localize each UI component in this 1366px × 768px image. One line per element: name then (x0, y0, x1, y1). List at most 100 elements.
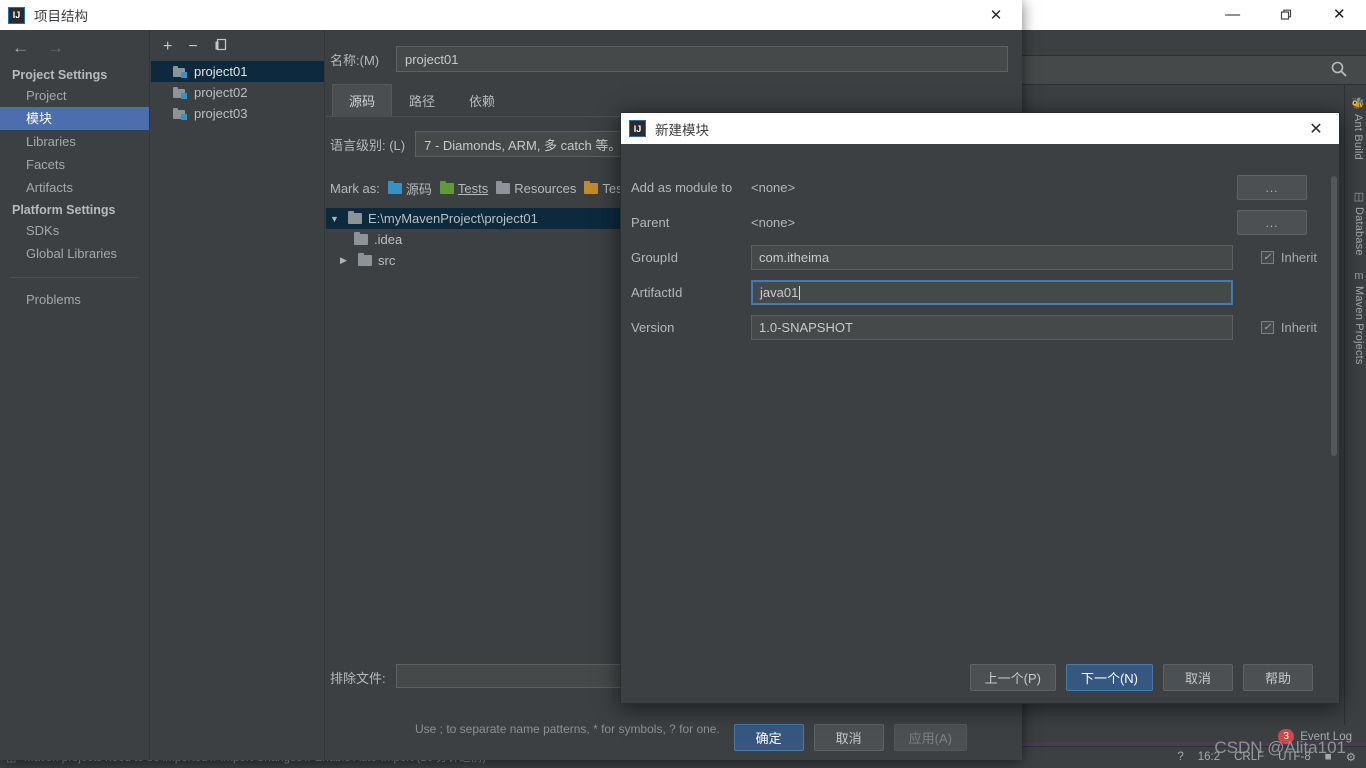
remove-module-button[interactable]: − (188, 38, 197, 54)
mark-as-tests-button[interactable]: Tests (439, 181, 489, 196)
resources-folder-icon (496, 181, 511, 194)
sidebar-item-sdks[interactable]: SDKs (0, 219, 149, 242)
field-row-add-as-module-to: Add as module to <none> ... (621, 170, 1339, 205)
module-list-item-label: project03 (194, 106, 248, 121)
inspections-icon[interactable]: ⚙ (1346, 750, 1356, 764)
nav-group-platform-settings: Platform Settings (12, 203, 116, 217)
module-list-item-project02[interactable]: project02 (151, 82, 324, 103)
chevron-right-icon[interactable]: ▶ (340, 255, 352, 266)
previous-button[interactable]: 上一个(P) (969, 663, 1056, 691)
version-inherit-label: Inherit (1280, 320, 1317, 335)
apply-button[interactable]: 应用(A) (893, 723, 967, 751)
text-caret (799, 285, 801, 300)
tree-row-label: .idea (374, 232, 403, 247)
nav-forward-icon[interactable]: → (47, 38, 64, 58)
status-caret-position[interactable]: 16:2 (1198, 751, 1220, 763)
parent-label: Parent (631, 215, 670, 230)
maximize-icon[interactable] (1263, 0, 1309, 30)
sidebar-item-facets[interactable]: Facets (0, 153, 149, 176)
mark-as-resources-label: Resources (514, 181, 577, 196)
search-icon[interactable] (1330, 60, 1348, 78)
status-help-icon[interactable]: ? (1177, 751, 1183, 763)
nav-group-project-settings: Project Settings (12, 68, 108, 82)
sidebar-item-problems[interactable]: Problems (0, 288, 149, 311)
parent-value: <none> (751, 215, 796, 230)
new-module-title-bar: IJ 新建模块 ✕ (621, 113, 1339, 144)
module-list-toolbar: + − (151, 30, 324, 61)
tests-folder-icon (439, 181, 454, 194)
nav-back-icon[interactable]: ← (12, 38, 29, 58)
artifactid-label: ArtifactId (631, 285, 683, 300)
sidebar-item-project[interactable]: Project (0, 84, 149, 107)
project-structure-close-button[interactable]: ✕ (976, 0, 1016, 30)
add-as-module-to-label: Add as module to (631, 180, 733, 195)
minimize-icon[interactable]: — (1210, 0, 1256, 30)
sidebar-item-libraries[interactable]: Libraries (0, 130, 149, 153)
tool-window-ant-build[interactable]: 🐝 Ant Build (1351, 97, 1365, 160)
checkbox-checked-icon: ✓ (1260, 251, 1274, 264)
copy-module-button[interactable] (214, 38, 228, 55)
mark-as-sources-button[interactable]: 源码 (387, 179, 432, 198)
module-icon (173, 65, 187, 78)
sidebar-item-artifacts[interactable]: Artifacts (0, 176, 149, 199)
module-tabs: 源码 路径 依赖 (326, 72, 1022, 117)
project-structure-footer: 确定 取消 应用(A) (0, 714, 1022, 760)
cancel-button[interactable]: 取消 (813, 723, 884, 751)
module-name-label: 名称:(M) (330, 52, 380, 68)
groupid-inherit-label: Inherit (1280, 250, 1317, 265)
ide-window-controls[interactable]: — ✕ (1206, 0, 1366, 30)
module-list-item-project01[interactable]: project01 (151, 61, 324, 82)
language-level-label: 语言级别: (L) (330, 137, 406, 153)
groupid-input[interactable]: com.itheima (751, 245, 1233, 270)
tab-dependencies[interactable]: 依赖 (452, 84, 512, 116)
nav-divider (10, 277, 139, 278)
sidebar-item-modules[interactable]: 模块 (0, 107, 149, 130)
field-row-artifactid: ArtifactId java01 (621, 275, 1339, 310)
tree-row-label: E:\myMavenProject\project01 (368, 211, 538, 226)
event-log-button[interactable]: 3 Event Log (1278, 729, 1352, 744)
mark-as-resources-button[interactable]: Resources (496, 181, 576, 196)
next-button[interactable]: 下一个(N) (1065, 663, 1153, 691)
nav-history-controls: ← → (0, 30, 149, 64)
status-encoding[interactable]: UTF-8 (1278, 751, 1311, 763)
status-line-separator[interactable]: CRLF (1234, 751, 1264, 763)
tool-window-ant-build-label: Ant Build (1352, 114, 1365, 160)
tool-window-database-label: Database (1353, 207, 1365, 256)
mark-as-label: Mark as: (330, 181, 380, 196)
add-module-button[interactable]: + (163, 38, 172, 54)
close-icon[interactable]: ✕ (1316, 0, 1362, 30)
folder-icon (354, 232, 368, 245)
tab-paths[interactable]: 路径 (392, 84, 452, 116)
lock-icon[interactable]: ■ (1325, 751, 1332, 763)
vertical-scrollbar[interactable] (1331, 176, 1337, 456)
ant-icon: 🐝 (1351, 98, 1365, 110)
groupid-label: GroupId (631, 250, 678, 265)
module-name-input[interactable]: project01 (396, 46, 1008, 72)
tool-window-database[interactable]: ◫ Database (1353, 190, 1365, 256)
intellij-logo-icon: IJ (8, 6, 25, 24)
ok-button[interactable]: 确定 (733, 723, 804, 751)
module-icon (173, 107, 187, 120)
cancel-button[interactable]: 取消 (1163, 663, 1233, 691)
chevron-down-icon[interactable]: ▼ (330, 214, 342, 224)
groupid-inherit-checkbox[interactable]: ✓ Inherit (1260, 250, 1317, 265)
sidebar-item-global-libraries[interactable]: Global Libraries (0, 242, 149, 265)
artifactid-input[interactable]: java01 (751, 280, 1233, 305)
version-label: Version (631, 320, 675, 335)
module-list-item-project03[interactable]: project03 (151, 103, 324, 124)
tab-sources[interactable]: 源码 (332, 84, 393, 116)
add-as-module-to-value: <none> (751, 180, 796, 195)
settings-nav: ← → Project Settings Project 模块 Librarie… (0, 30, 150, 760)
folder-icon (358, 253, 372, 266)
tool-window-maven-projects[interactable]: m Maven Projects (1353, 270, 1365, 365)
mark-as-tests-label: Tests (457, 181, 489, 196)
add-as-module-to-browse-button[interactable]: ... (1237, 175, 1307, 200)
help-button[interactable]: 帮助 (1243, 663, 1313, 691)
exclude-files-label: 排除文件: (330, 671, 386, 686)
version-input[interactable]: 1.0-SNAPSHOT (751, 315, 1233, 340)
version-inherit-checkbox[interactable]: ✓ Inherit (1260, 320, 1317, 335)
event-log-label: Event Log (1300, 730, 1352, 743)
new-module-close-button[interactable]: ✕ (1297, 113, 1335, 144)
parent-browse-button[interactable]: ... (1237, 210, 1307, 235)
test-resources-folder-icon (584, 181, 599, 194)
